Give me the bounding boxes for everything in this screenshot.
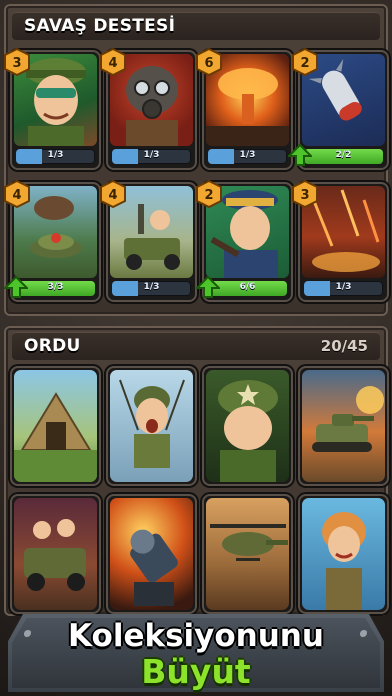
- level-bar: 2/2: [304, 149, 383, 164]
- level-bar: 1/3: [16, 149, 95, 164]
- cost-badge: 4: [100, 180, 126, 208]
- cost-badge: 4: [4, 180, 30, 208]
- cost-value: 2: [300, 56, 310, 71]
- level-label: 1/3: [47, 150, 64, 160]
- cost-value: 4: [108, 188, 118, 203]
- cost-badge: 2: [292, 48, 318, 76]
- level-label: 1/3: [335, 282, 352, 292]
- army-title: ORDU: [24, 336, 81, 356]
- promo-banner: Koleksiyonunu Büyüt: [4, 608, 388, 694]
- level-bar: 1/3: [304, 281, 383, 296]
- upgrade-arrow-icon[interactable]: [286, 143, 314, 166]
- cost-value: 6: [204, 56, 214, 71]
- card-paratrooper[interactable]: [106, 366, 197, 486]
- cost-value: 3: [12, 56, 22, 71]
- battle-deck-panel: SAVAŞ DESTESİ 1/3 1/3 1/3 2/2 3/3 1/3 6/…: [2, 4, 389, 316]
- upgrade-arrow-icon[interactable]: [194, 275, 222, 298]
- level-label: 2/2: [335, 150, 352, 160]
- level-bar: 1/3: [112, 281, 191, 296]
- level-label: 1/3: [239, 150, 256, 160]
- cost-badge: 2: [196, 180, 222, 208]
- card-jeep-squad[interactable]: [10, 494, 101, 614]
- army-grid: [10, 366, 389, 614]
- card-sergeant[interactable]: [202, 366, 293, 486]
- card-tent[interactable]: [10, 366, 101, 486]
- upgrade-arrow-icon[interactable]: [2, 275, 30, 298]
- level-bar: 1/3: [208, 149, 287, 164]
- army-header: ORDU 20/45: [12, 332, 380, 360]
- deck-header: SAVAŞ DESTESİ: [12, 12, 380, 40]
- card-gatling[interactable]: [106, 494, 197, 614]
- banner-line-2: Büyüt: [141, 652, 251, 691]
- level-label: 1/3: [143, 150, 160, 160]
- level-bar: 1/3: [112, 149, 191, 164]
- cost-badge: 3: [4, 48, 30, 76]
- cost-badge: 3: [292, 180, 318, 208]
- level-label: 1/3: [143, 282, 160, 292]
- army-count: 20/45: [320, 337, 368, 355]
- deck-title: SAVAŞ DESTESİ: [24, 16, 176, 36]
- card-tank[interactable]: [298, 366, 389, 486]
- card-helicopter[interactable]: [202, 494, 293, 614]
- cost-value: 4: [12, 188, 22, 203]
- cost-value: 2: [204, 188, 214, 203]
- army-panel: ORDU 20/45: [4, 326, 389, 616]
- cost-value: 3: [300, 188, 310, 203]
- cost-value: 4: [108, 56, 118, 71]
- deck-grid: 1/3 1/3 1/3 2/2 3/3 1/3 6/6 1/3: [10, 50, 389, 302]
- banner-line-1: Koleksiyonunu: [68, 618, 324, 654]
- card-heroine[interactable]: [298, 494, 389, 614]
- cost-badge: 6: [196, 48, 222, 76]
- cost-badge: 4: [100, 48, 126, 76]
